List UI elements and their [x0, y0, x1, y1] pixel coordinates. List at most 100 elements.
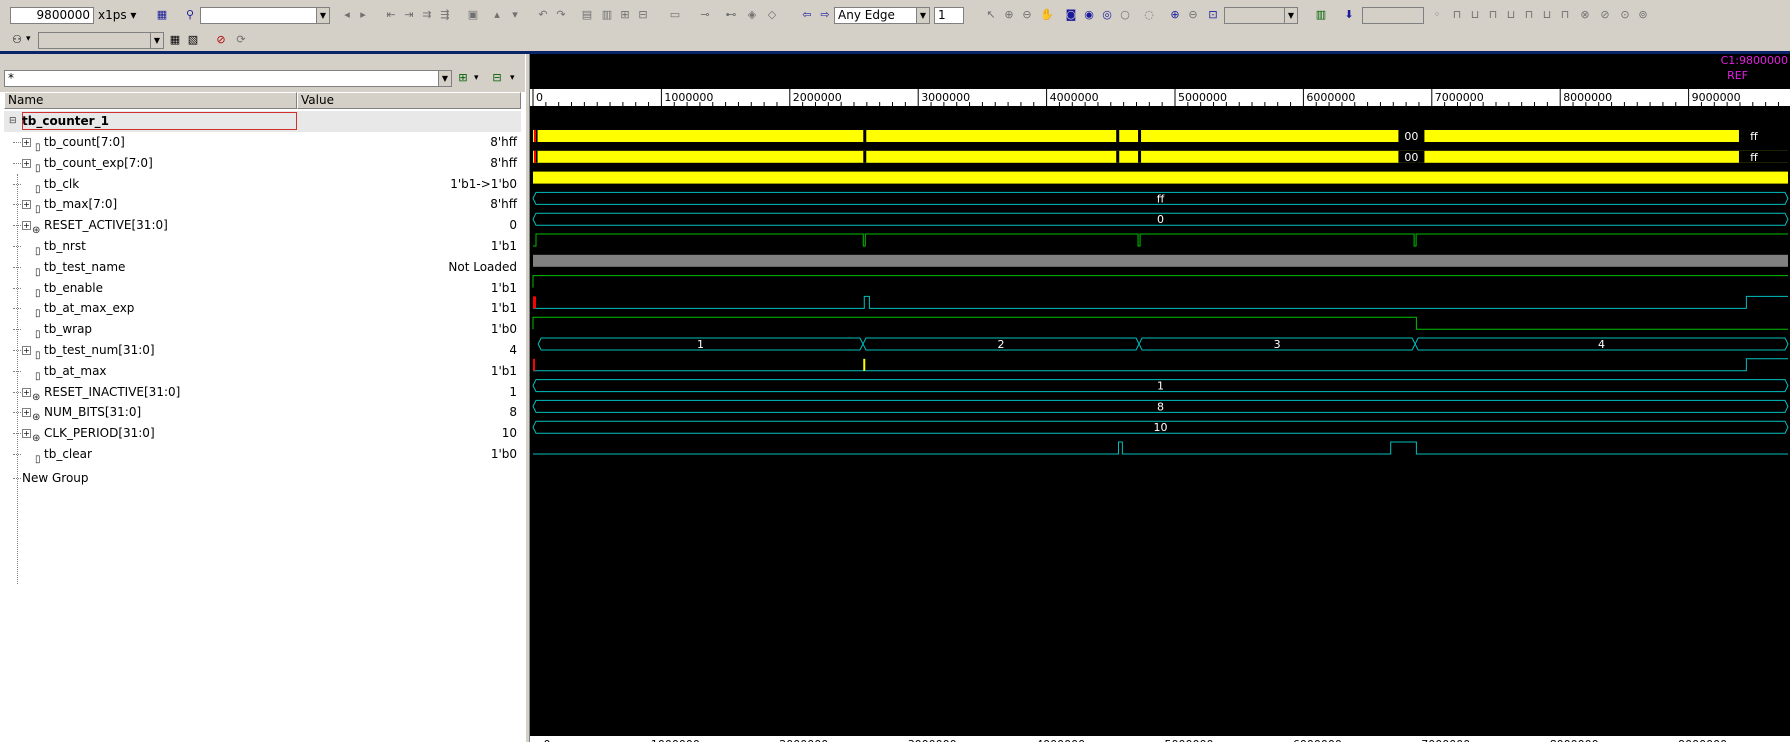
signal-row[interactable]: ▯ tb_test_name Not Loaded — [4, 257, 521, 278]
value-column-header[interactable]: Value — [297, 92, 521, 109]
zoom-in-icon[interactable]: ⊕ — [1002, 8, 1016, 22]
expand-icon[interactable]: + — [22, 200, 31, 210]
user-dropdown-arrow[interactable]: ▾ — [26, 31, 31, 48]
edge-count-input[interactable]: 1 — [934, 7, 964, 24]
expand-icon[interactable]: + — [22, 346, 31, 355]
signal-row[interactable]: + ▯ tb_test_num[31:0] 4 — [4, 340, 521, 361]
signal-row[interactable]: + ▯ tb_max[7:0] 8'hff — [4, 194, 521, 215]
zoom-out-icon[interactable]: ⊖ — [1020, 8, 1034, 22]
tree-icon[interactable]: ⊞ — [618, 8, 632, 22]
copy-icon[interactable]: ▣ — [466, 8, 480, 22]
signal-name: tb_max[7:0] — [44, 197, 118, 212]
edge-select[interactable]: Any Edge ▼ — [834, 7, 930, 24]
waveform-canvas[interactable]: C1:9800000REF0 1000000 2000000 3000000 40000… — [530, 54, 1790, 742]
erase-icon[interactable]: ◇ — [765, 8, 779, 22]
glitch-icon[interactable]: ⊗ — [1578, 8, 1592, 22]
edge-mark-icon[interactable]: ◦ — [1430, 8, 1444, 22]
step-end-icon[interactable]: ⇶ — [438, 8, 452, 22]
x-edge-icon[interactable]: ⊔ — [1540, 8, 1554, 22]
signal-row[interactable]: ▯ tb_enable 1'b1 — [4, 278, 521, 299]
unlock-icon[interactable]: ⊚ — [1636, 8, 1650, 22]
highlight-icon[interactable]: ◈ — [745, 8, 759, 22]
prev-icon[interactable]: ◂ — [340, 8, 354, 22]
ungroup-icon[interactable]: ▥ — [600, 8, 614, 22]
move-down-icon[interactable]: ▾ — [508, 8, 522, 22]
box-icon[interactable]: ▭ — [668, 8, 682, 22]
filter-clear-icon[interactable]: ▧ — [186, 33, 200, 47]
cursor-icon[interactable]: ↖ — [984, 8, 998, 22]
pan-icon[interactable]: ◌ — [1142, 8, 1156, 22]
search-back-icon[interactable]: ⇦ — [800, 8, 814, 22]
signal-row[interactable]: ▯ tb_clk 1'b1->1'b0 — [4, 174, 521, 195]
expand-all-icon[interactable]: ⊞ — [456, 71, 470, 85]
expand-icon[interactable]: + — [22, 221, 31, 231]
signal-row[interactable]: ▯ tb_at_max_exp 1'b1 — [4, 298, 521, 319]
zoom-select[interactable]: ▼ — [1224, 7, 1298, 24]
bus-change-icon[interactable]: ⊔ — [1504, 8, 1518, 22]
split-icon[interactable]: ⊟ — [636, 8, 650, 22]
expand-icon[interactable]: + — [22, 138, 31, 147]
signal-filter-input[interactable]: * ▼ — [4, 70, 452, 87]
filter-icon[interactable]: ▦ — [168, 33, 182, 47]
expand-icon[interactable]: + — [22, 408, 31, 418]
search-input[interactable]: ▼ — [200, 7, 330, 24]
group-row[interactable]: ⊟ tb_counter_1 — [4, 111, 521, 132]
name-column-header[interactable]: Name — [4, 92, 297, 109]
layout-dropdown-arrow[interactable]: ▾ — [510, 70, 515, 87]
undo-icon[interactable]: ↶ — [536, 8, 550, 22]
redo-icon[interactable]: ↷ — [554, 8, 568, 22]
jump-icon[interactable]: ⬇ — [1342, 8, 1356, 22]
time-unit-select[interactable]: x1ps ▾ — [98, 7, 136, 24]
expand-icon[interactable]: + — [22, 158, 31, 168]
signal-row[interactable]: + ▯ tb_count[7:0] 8'hff — [4, 132, 521, 153]
lock-icon[interactable]: ⊙ — [1618, 8, 1632, 22]
signal-row[interactable]: + ⊛ CLK_PERIOD[31:0] 10 — [4, 423, 521, 444]
signal-row[interactable]: ▯ tb_wrap 1'b0 — [4, 319, 521, 340]
next-icon[interactable]: ▸ — [356, 8, 370, 22]
fall-edge-icon[interactable]: ⊔ — [1468, 8, 1482, 22]
hand-icon[interactable]: ✋ — [1040, 8, 1054, 22]
zoom-full-icon[interactable]: ◉ — [1082, 8, 1096, 22]
signal-row[interactable]: + ⊛ NUM_BITS[31:0] 8 — [4, 402, 521, 423]
expand-icon[interactable]: + — [22, 429, 31, 439]
move-up-icon[interactable]: ▴ — [490, 8, 504, 22]
search-fwd-icon[interactable]: ⇨ — [818, 8, 832, 22]
signal-row[interactable]: + ⊛ RESET_ACTIVE[31:0] 0 — [4, 215, 521, 236]
step-back-icon[interactable]: ⇤ — [384, 8, 398, 22]
jump-input[interactable] — [1362, 7, 1424, 24]
bus-icon[interactable]: ▥ — [1314, 8, 1328, 22]
signal-row[interactable]: ▯ tb_at_max 1'b1 — [4, 361, 521, 382]
signal-row[interactable]: ▯ tb_clear 1'b0 — [4, 444, 521, 465]
signal-row[interactable]: ▯ tb_nrst 1'b1 — [4, 236, 521, 257]
stop-icon[interactable]: ⊘ — [214, 33, 228, 47]
layout-icon[interactable]: ⊟ — [490, 71, 504, 85]
zoom-box-icon[interactable]: ⊡ — [1206, 8, 1220, 22]
zoom-minus-icon[interactable]: ⊖ — [1186, 8, 1200, 22]
marker-icon[interactable]: ⊸ — [698, 8, 712, 22]
signal-icon[interactable]: ▦ — [155, 8, 169, 22]
time-input[interactable]: 9800000 — [10, 7, 94, 24]
zoom-plus-icon[interactable]: ⊕ — [1168, 8, 1182, 22]
zoom-last-icon[interactable]: ○ — [1118, 8, 1132, 22]
power-icon[interactable]: ⊘ — [1598, 8, 1612, 22]
z-edge-icon[interactable]: ⊓ — [1558, 8, 1572, 22]
new-group-row[interactable]: New Group — [4, 468, 521, 489]
expand-dropdown-arrow[interactable]: ▾ — [474, 70, 479, 87]
link-icon[interactable]: ⊷ — [724, 8, 738, 22]
step-icon[interactable]: ⇥ — [402, 8, 416, 22]
find-icon[interactable]: ⚲ — [183, 8, 197, 22]
signal-row[interactable]: + ▯ tb_count_exp[7:0] 8'hff — [4, 153, 521, 174]
expand-icon[interactable]: + — [22, 387, 31, 397]
value-change-icon[interactable]: ⊓ — [1522, 8, 1536, 22]
rise-edge-icon[interactable]: ⊓ — [1450, 8, 1464, 22]
zoom-area-icon[interactable]: ◎ — [1100, 8, 1114, 22]
refresh-icon[interactable]: ⟳ — [234, 33, 248, 47]
user-icon[interactable]: ⚇ — [10, 33, 24, 47]
both-edge-icon[interactable]: ⊓ — [1486, 8, 1500, 22]
filter-select[interactable]: ▼ — [38, 32, 164, 49]
signal-row[interactable]: + ⊛ RESET_INACTIVE[31:0] 1 — [4, 382, 521, 403]
zoom-fit-icon[interactable]: ◙ — [1064, 8, 1078, 22]
group-icon[interactable]: ▤ — [580, 8, 594, 22]
signal-value: Not Loaded — [448, 259, 517, 274]
step-fwd-icon[interactable]: ⇉ — [420, 8, 434, 22]
